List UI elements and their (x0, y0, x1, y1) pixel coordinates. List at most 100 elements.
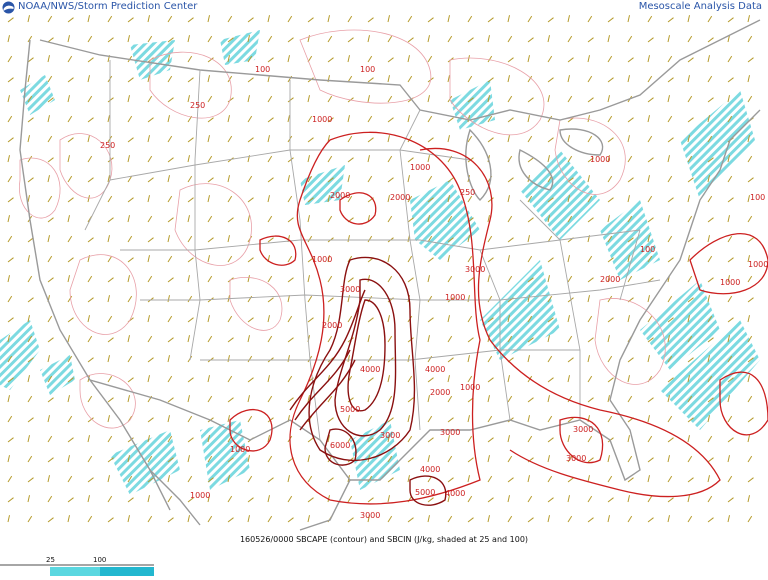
wind-barb (227, 175, 230, 183)
wind-barb (187, 335, 190, 343)
wind-barb (647, 15, 653, 23)
wind-barb (227, 315, 233, 323)
wind-barb (667, 295, 673, 303)
wind-barb (567, 435, 570, 443)
wind-barb (647, 517, 654, 523)
wind-barb (547, 17, 554, 23)
wind-barb (207, 75, 210, 83)
wind-barb (7, 317, 14, 323)
wind-barb (187, 35, 190, 43)
wind-barb (447, 117, 454, 123)
wind-barb (587, 375, 593, 383)
wind-barb (727, 55, 733, 63)
wind-barb (347, 415, 350, 423)
wind-barb (147, 135, 150, 143)
wind-barb (267, 155, 273, 163)
wind-barb (667, 455, 670, 463)
wind-barb (567, 335, 573, 343)
map-canvas: 1000 1000 1000 1000 2000 2000 3000 4000 5000 6000… (0, 15, 768, 531)
wind-barb (87, 357, 94, 363)
wind-barb (627, 435, 630, 443)
wind-barb (47, 75, 53, 83)
wind-barb (187, 415, 193, 423)
contour-label: 4000 (360, 365, 380, 374)
wind-barb (487, 355, 493, 363)
wind-barb (287, 175, 290, 183)
wind-barb (687, 15, 690, 23)
contour-label: 1000 (590, 155, 610, 164)
wind-barb (627, 315, 630, 323)
wind-barb (447, 477, 454, 483)
wind-barb (667, 95, 670, 103)
wind-barb (707, 195, 713, 203)
wind-barb (507, 57, 514, 63)
wind-barb (367, 95, 370, 103)
wind-barb (127, 155, 130, 163)
cin-legend (0, 564, 154, 576)
wind-barb (347, 175, 350, 183)
wind-barb (47, 235, 50, 243)
wind-barb (127, 17, 134, 23)
wind-barb (127, 275, 130, 283)
wind-barb (667, 475, 673, 483)
wind-barb (27, 515, 33, 523)
wind-barb (607, 95, 610, 103)
wind-barb (247, 275, 250, 283)
contour-label: 1000 (445, 293, 465, 302)
wind-barb (187, 437, 194, 443)
wind-barb (7, 475, 13, 483)
wind-barb (507, 195, 510, 203)
wind-barb (27, 435, 30, 443)
wind-barb (467, 75, 473, 83)
wind-barb (687, 35, 693, 43)
wind-barb (47, 135, 53, 143)
wind-barb (387, 57, 394, 63)
wind-barb (447, 357, 454, 363)
contour-label: 2000 (390, 193, 410, 202)
wind-barb (87, 477, 94, 483)
wind-barb (647, 457, 654, 463)
wind-barb (567, 155, 573, 163)
wind-barb (147, 275, 153, 283)
wind-barb (267, 35, 273, 43)
wind-barb (687, 117, 694, 123)
wind-barb (227, 15, 233, 23)
wind-barb (327, 35, 333, 43)
wind-barb (327, 15, 330, 23)
wind-barb (227, 415, 230, 423)
wind-barb (747, 297, 754, 303)
wind-barb (307, 17, 314, 23)
wind-barb (727, 197, 734, 203)
contour-label: 250 (190, 101, 205, 110)
contour-label: 3000 (340, 285, 360, 294)
wind-barb (407, 55, 410, 63)
wind-barb (527, 475, 530, 483)
wind-barb (367, 55, 373, 63)
wind-barb (587, 175, 590, 183)
wind-barb (387, 395, 393, 403)
wind-barb (387, 417, 394, 423)
wind-barb (147, 237, 154, 243)
wind-barb (467, 435, 473, 443)
wind-barb (387, 375, 390, 383)
wind-barb (747, 455, 753, 463)
wind-barb (147, 417, 154, 423)
wind-barb (547, 335, 550, 343)
wind-barb (327, 275, 333, 283)
wind-barb (587, 495, 593, 503)
wind-barb (587, 37, 594, 43)
wind-barb (507, 455, 513, 463)
wind-barb (167, 415, 170, 423)
wind-barb (287, 277, 294, 283)
wind-barb (367, 317, 374, 323)
wind-barb (267, 297, 274, 303)
contour-label: 4000 (445, 489, 465, 498)
wind-barb (547, 437, 554, 443)
wind-barb (347, 135, 353, 143)
wind-barb (147, 95, 153, 103)
wind-barb (467, 315, 473, 323)
wind-barb (287, 517, 294, 523)
wind-barb (307, 317, 314, 323)
wind-barb (667, 497, 674, 503)
wind-barb (187, 395, 190, 403)
